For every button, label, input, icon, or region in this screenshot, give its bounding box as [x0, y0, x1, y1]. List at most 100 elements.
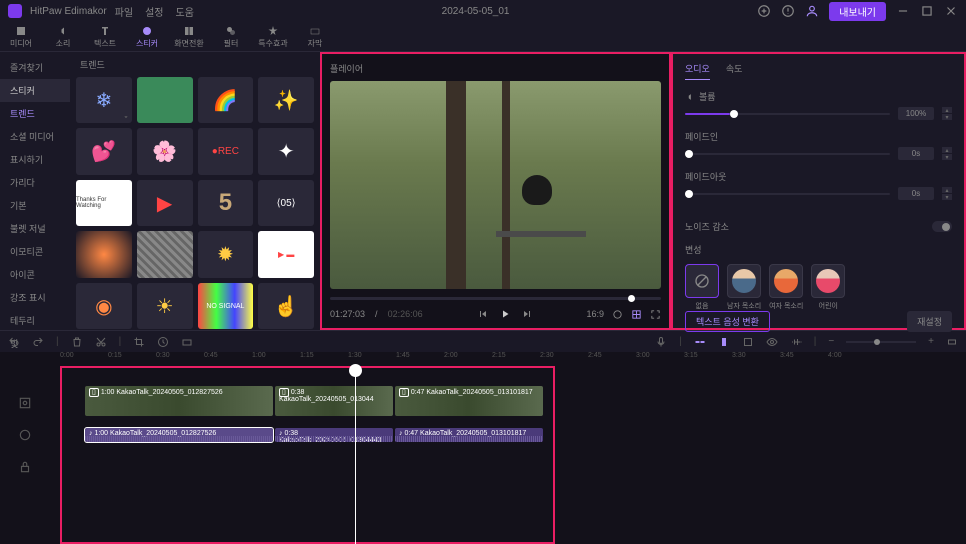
cat-basic[interactable]: 기본	[0, 194, 70, 217]
fadeout-slider[interactable]	[685, 193, 890, 195]
volume-stepper[interactable]: ▴▾	[942, 107, 952, 120]
snap-icon[interactable]	[742, 336, 754, 348]
video-clip-3[interactable]: ▯ 0:47 KakaoTalk_20240505_013101817	[395, 386, 543, 416]
zoom-out-icon[interactable]: −	[828, 336, 834, 347]
sticker-flowers[interactable]: 🌸	[137, 128, 193, 174]
playhead[interactable]	[355, 366, 356, 544]
sticker-glow[interactable]	[76, 231, 132, 277]
fadeout-value[interactable]: 0s	[898, 187, 934, 200]
audio-clip-2[interactable]: ♪ 0:38 KakaoTalk_20240505_01304443	[275, 428, 393, 442]
minimize-icon[interactable]	[896, 4, 910, 18]
cat-bullet[interactable]: 불렛 저널	[0, 217, 70, 240]
sticker-blur[interactable]	[137, 231, 193, 277]
track-lock-icon[interactable]	[18, 460, 32, 474]
fullscreen-icon[interactable]	[650, 309, 661, 320]
tool-filter[interactable]: 필터	[210, 22, 252, 51]
fit-icon[interactable]	[946, 336, 958, 348]
waveform-icon[interactable]	[790, 336, 802, 348]
track-settings-icon[interactable]	[18, 396, 32, 410]
tool-text[interactable]: 텍스트	[84, 22, 126, 51]
crop-icon[interactable]	[133, 336, 145, 348]
speed-icon[interactable]	[157, 336, 169, 348]
volume-value[interactable]: 100%	[898, 107, 934, 120]
sticker-board[interactable]	[137, 77, 193, 123]
tool-subtitle[interactable]: 자막	[294, 22, 336, 51]
cat-emphasis[interactable]: 강조 표시	[0, 286, 70, 309]
eye-icon[interactable]	[766, 336, 778, 348]
link-icon[interactable]	[694, 336, 706, 348]
mic-icon[interactable]	[655, 336, 667, 348]
tool-effects[interactable]: 특수효과	[252, 22, 294, 51]
sticker-countdown[interactable]: ⟨05⟩	[258, 180, 314, 226]
preview-video[interactable]	[330, 81, 661, 289]
delete-icon[interactable]	[71, 336, 83, 348]
aspect-ratio[interactable]: 16:9	[586, 309, 604, 319]
volume-slider[interactable]	[685, 113, 890, 115]
tool-transition[interactable]: 화면전환	[168, 22, 210, 51]
undo-icon[interactable]	[8, 336, 20, 348]
close-icon[interactable]	[944, 4, 958, 18]
cat-show[interactable]: 표시하기	[0, 148, 70, 171]
voice-male[interactable]: 남자 목소리	[727, 264, 761, 311]
tool-sticker[interactable]: 스티커	[126, 22, 168, 51]
cat-border[interactable]: 테두리	[0, 309, 70, 332]
cat-icon[interactable]: 아이콘	[0, 263, 70, 286]
sticker-snowflake[interactable]: ❄	[76, 77, 132, 123]
noise-toggle[interactable]	[932, 221, 952, 232]
reset-button[interactable]: 재설정	[907, 311, 952, 332]
sticker-firework[interactable]: ✨	[258, 77, 314, 123]
cat-hide[interactable]: 가리다	[0, 171, 70, 194]
timeline[interactable]: ▯ 1:00 KakaoTalk_20240505_012827526 ▯ 0:…	[0, 366, 966, 544]
sticker-swirl[interactable]: ◉	[76, 283, 132, 329]
marker-icon[interactable]	[718, 336, 730, 348]
export-button[interactable]: 내보내기	[829, 2, 886, 21]
grid-icon[interactable]	[631, 309, 642, 320]
track-visibility-icon[interactable]	[18, 428, 32, 442]
tts-button[interactable]: 텍스트 음성 변환	[685, 311, 770, 332]
voice-female[interactable]: 여자 목소리	[769, 264, 803, 311]
cat-favorites[interactable]: 즐겨찾기	[0, 56, 70, 79]
zoom-in-icon[interactable]: +	[928, 336, 934, 347]
sticker-subscribe[interactable]: ▶ ▬	[258, 231, 314, 277]
fadein-slider[interactable]	[685, 153, 890, 155]
fadein-value[interactable]: 0s	[898, 147, 934, 160]
audio-clip-1[interactable]: ♪ 1:00 KakaoTalk_20240505_012827526	[85, 428, 273, 442]
play-icon[interactable]	[499, 308, 511, 320]
video-clip-1[interactable]: ▯ 1:00 KakaoTalk_20240505_012827526	[85, 386, 273, 416]
cat-emoji[interactable]: 이모티콘	[0, 240, 70, 263]
redo-icon[interactable]	[32, 336, 44, 348]
tab-audio[interactable]: 오디오	[685, 62, 710, 80]
sticker-sparkle[interactable]: ✦	[258, 128, 314, 174]
video-clip-2[interactable]: ▯ 0:38 KakaoTalk_20240505_013044	[275, 386, 393, 416]
tab-speed[interactable]: 속도	[726, 62, 743, 80]
edit-icon[interactable]	[181, 336, 193, 348]
maximize-icon[interactable]	[920, 4, 934, 18]
sticker-thanks[interactable]: Thanks For Watching	[76, 180, 132, 226]
tool-media[interactable]: 미디어	[0, 22, 42, 51]
audio-clip-3[interactable]: ♪ 0:47 KakaoTalk_20240505_013101817	[395, 428, 543, 442]
voice-child[interactable]: 어린이	[811, 264, 845, 311]
cat-trend[interactable]: 트렌드	[0, 102, 70, 125]
fadein-stepper[interactable]: ▴▾	[942, 147, 952, 160]
cut-icon[interactable]	[95, 336, 107, 348]
sticker-youtube[interactable]: ▶	[137, 180, 193, 226]
sticker-rainbow[interactable]: 🌈	[198, 77, 254, 123]
tool-sound[interactable]: 소리	[42, 22, 84, 51]
preview-seekbar[interactable]	[330, 297, 661, 300]
sticker-sun[interactable]: ☀	[137, 283, 193, 329]
cat-social[interactable]: 소셜 미디어	[0, 125, 70, 148]
menu-help[interactable]: 도움	[176, 4, 194, 19]
sticker-new[interactable]: ✹	[198, 231, 254, 277]
voice-none[interactable]: 없음	[685, 264, 719, 311]
cloud-icon[interactable]	[757, 4, 771, 18]
fadeout-stepper[interactable]: ▴▾	[942, 187, 952, 200]
sticker-rec[interactable]: ●REC	[198, 128, 254, 174]
next-frame-icon[interactable]	[521, 308, 533, 320]
sticker-nosignal[interactable]: NO SIGNAL	[198, 283, 254, 329]
sticker-five[interactable]: 5	[198, 180, 254, 226]
cat-sticker[interactable]: 스티커	[0, 79, 70, 102]
user-icon[interactable]	[805, 4, 819, 18]
sticker-hearts[interactable]: 💕	[76, 128, 132, 174]
snapshot-icon[interactable]	[612, 309, 623, 320]
sticker-pointer[interactable]: ☝	[258, 283, 314, 329]
